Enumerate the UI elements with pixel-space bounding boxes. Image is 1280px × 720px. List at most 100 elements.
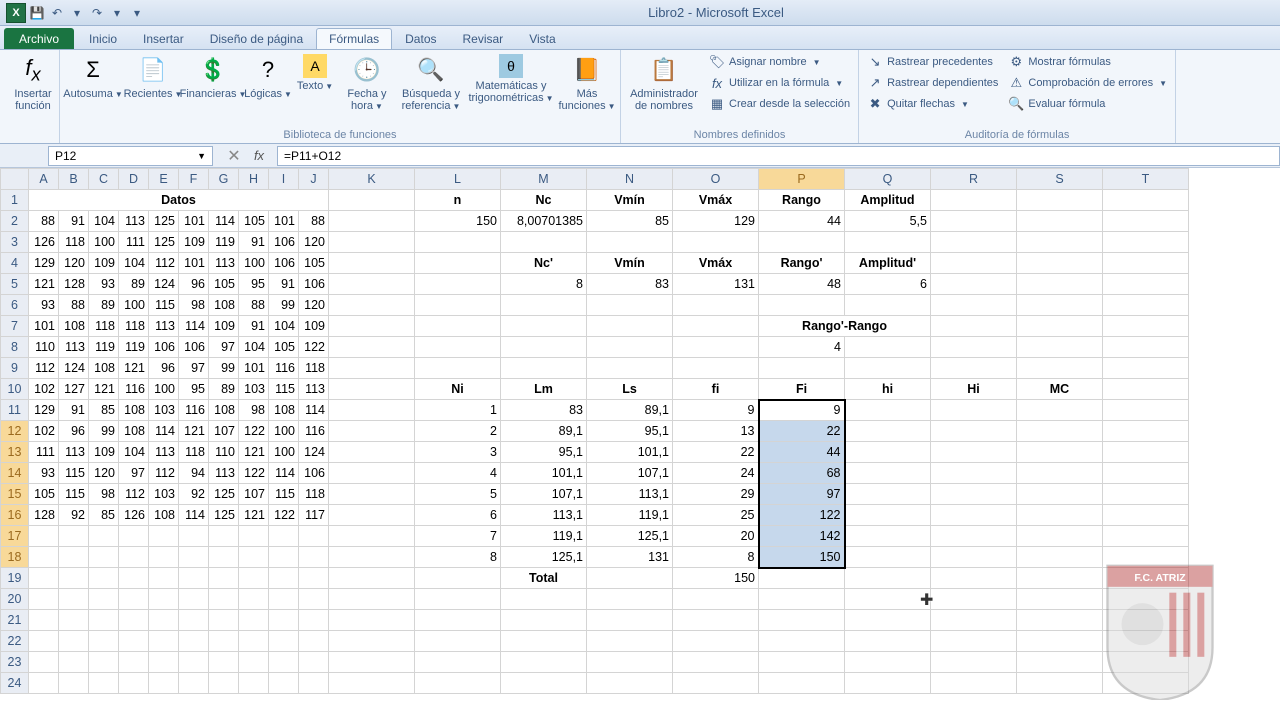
cell-N15[interactable]: 113,1 [587, 484, 673, 505]
cell-R13[interactable] [931, 442, 1017, 463]
cell-B5[interactable]: 128 [59, 274, 89, 295]
cell-G6[interactable]: 108 [209, 295, 239, 316]
cell-B14[interactable]: 115 [59, 463, 89, 484]
cell-R11[interactable] [931, 400, 1017, 421]
cell-Q18[interactable] [845, 547, 931, 568]
cell-N4[interactable]: Vmín [587, 253, 673, 274]
cell-N19[interactable] [587, 568, 673, 589]
cell-H2[interactable]: 105 [239, 211, 269, 232]
cell-I15[interactable]: 115 [269, 484, 299, 505]
cell-J10[interactable]: 113 [299, 379, 329, 400]
cell-T23[interactable] [1103, 652, 1189, 673]
cell-C8[interactable]: 119 [89, 337, 119, 358]
datetime-button[interactable]: 🕒Fecha yhora▼ [338, 52, 396, 113]
cell-E6[interactable]: 115 [149, 295, 179, 316]
cell-T2[interactable] [1103, 211, 1189, 232]
cell-Q19[interactable] [845, 568, 931, 589]
cell-F5[interactable]: 96 [179, 274, 209, 295]
cell-N13[interactable]: 101,1 [587, 442, 673, 463]
cell-H8[interactable]: 104 [239, 337, 269, 358]
cell-R24[interactable] [931, 673, 1017, 694]
cell-A23[interactable] [29, 652, 59, 673]
cell-S3[interactable] [1017, 232, 1103, 253]
cell-O14[interactable]: 24 [673, 463, 759, 484]
cell-L12[interactable]: 2 [415, 421, 501, 442]
cell-D8[interactable]: 119 [119, 337, 149, 358]
cell-P17[interactable]: 142 [759, 526, 845, 547]
cell-E15[interactable]: 103 [149, 484, 179, 505]
cell-M1[interactable]: Nc [501, 190, 587, 211]
cell-N18[interactable]: 131 [587, 547, 673, 568]
logical-button[interactable]: ?Lógicas▼ [244, 52, 292, 101]
cell-E23[interactable] [149, 652, 179, 673]
cell-P18[interactable]: 150 [759, 547, 845, 568]
cell-N14[interactable]: 107,1 [587, 463, 673, 484]
cell-L15[interactable]: 5 [415, 484, 501, 505]
cell-F19[interactable] [179, 568, 209, 589]
cell-H17[interactable] [239, 526, 269, 547]
cell-E9[interactable]: 96 [149, 358, 179, 379]
cell-E12[interactable]: 114 [149, 421, 179, 442]
cell-G17[interactable] [209, 526, 239, 547]
cell-R1[interactable] [931, 190, 1017, 211]
cell-H7[interactable]: 91 [239, 316, 269, 337]
cell-J12[interactable]: 116 [299, 421, 329, 442]
cell-M22[interactable] [501, 631, 587, 652]
cell-H18[interactable] [239, 547, 269, 568]
cell-G21[interactable] [209, 610, 239, 631]
cell-R2[interactable] [931, 211, 1017, 232]
cell-R14[interactable] [931, 463, 1017, 484]
cell-O10[interactable]: fi [673, 379, 759, 400]
remove-arrows-button[interactable]: ✖Quitar flechas▼ [863, 94, 1002, 114]
cell-P22[interactable] [759, 631, 845, 652]
cell-O1[interactable]: Vmáx [673, 190, 759, 211]
cell-R5[interactable] [931, 274, 1017, 295]
redo-icon[interactable]: ↷ [88, 4, 106, 22]
autosum-button[interactable]: ΣAutosuma▼ [64, 52, 122, 101]
cell-A3[interactable]: 126 [29, 232, 59, 253]
cell-K5[interactable] [329, 274, 415, 295]
cell-J11[interactable]: 114 [299, 400, 329, 421]
cell-N7[interactable] [587, 316, 673, 337]
cell-M9[interactable] [501, 358, 587, 379]
cell-H10[interactable]: 103 [239, 379, 269, 400]
col-header-F[interactable]: F [179, 169, 209, 190]
cell-J20[interactable] [299, 589, 329, 610]
cell-K20[interactable] [329, 589, 415, 610]
cell-E5[interactable]: 124 [149, 274, 179, 295]
cell-B23[interactable] [59, 652, 89, 673]
cell-P20[interactable] [759, 589, 845, 610]
cell-C15[interactable]: 98 [89, 484, 119, 505]
cell-O7[interactable] [673, 316, 759, 337]
cell-I5[interactable]: 91 [269, 274, 299, 295]
cell-I3[interactable]: 106 [269, 232, 299, 253]
col-header-H[interactable]: H [239, 169, 269, 190]
cell-M11[interactable]: 83 [501, 400, 587, 421]
col-header-P[interactable]: P [759, 169, 845, 190]
cell-A12[interactable]: 102 [29, 421, 59, 442]
cell-L18[interactable]: 8 [415, 547, 501, 568]
cell-Q15[interactable] [845, 484, 931, 505]
cell-I22[interactable] [269, 631, 299, 652]
cell-P21[interactable] [759, 610, 845, 631]
cell-E10[interactable]: 100 [149, 379, 179, 400]
cell-E22[interactable] [149, 631, 179, 652]
cell-S9[interactable] [1017, 358, 1103, 379]
cell-O5[interactable]: 131 [673, 274, 759, 295]
tab-file[interactable]: Archivo [4, 28, 74, 49]
cell-M4[interactable]: Nc' [501, 253, 587, 274]
cell-T3[interactable] [1103, 232, 1189, 253]
cell-F6[interactable]: 98 [179, 295, 209, 316]
spreadsheet-grid[interactable]: ABCDEFGHIJKLMNOPQRST1DatosnNcVmínVmáxRan… [0, 168, 1189, 694]
row-header-10[interactable]: 10 [1, 379, 29, 400]
cell-S22[interactable] [1017, 631, 1103, 652]
cell-Q3[interactable] [845, 232, 931, 253]
cell-P3[interactable] [759, 232, 845, 253]
cell-F4[interactable]: 101 [179, 253, 209, 274]
cell-B13[interactable]: 113 [59, 442, 89, 463]
cell-C12[interactable]: 99 [89, 421, 119, 442]
cell-M12[interactable]: 89,1 [501, 421, 587, 442]
undo-icon[interactable]: ↶ [48, 4, 66, 22]
cell-I14[interactable]: 114 [269, 463, 299, 484]
cell-C7[interactable]: 118 [89, 316, 119, 337]
